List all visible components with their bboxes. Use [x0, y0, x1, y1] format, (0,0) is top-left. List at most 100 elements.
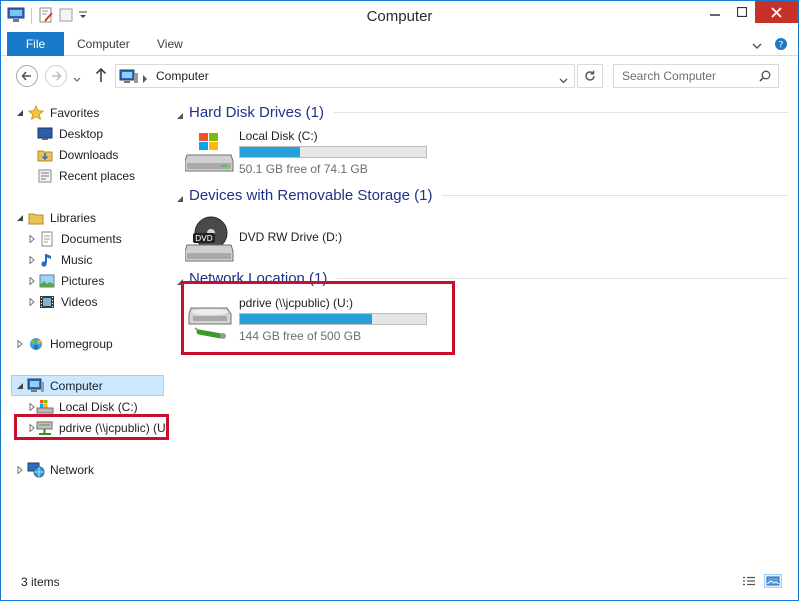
close-icon [771, 6, 782, 18]
refresh-button[interactable] [577, 64, 603, 88]
recent-places-icon [36, 168, 54, 184]
pictures-icon [38, 273, 56, 289]
nav-pdrive-highlight-box [14, 414, 169, 440]
nav-recent-places[interactable]: Recent places [36, 166, 135, 186]
details-view-icon[interactable] [740, 574, 758, 588]
nav-homegroup-label: Homegroup [50, 337, 113, 351]
up-arrow-icon[interactable] [95, 67, 107, 86]
breadcrumb-computer[interactable]: Computer [156, 69, 209, 83]
status-bar: 3 items [1, 569, 798, 600]
videos-film-icon [38, 294, 56, 310]
nav-videos-label: Videos [61, 295, 98, 309]
homegroup-icon [27, 336, 45, 352]
drive-free-space: 50.1 GB free of 74.1 GB [239, 162, 368, 176]
group-hard-disk-drives[interactable]: Hard Disk Drives (1) [177, 101, 789, 123]
close-button[interactable] [755, 1, 798, 23]
minimize-icon [710, 14, 720, 16]
expand-arrow-icon[interactable] [15, 339, 25, 349]
search-input[interactable]: Search Computer [613, 64, 779, 88]
dvd-drive-icon: DVD [184, 215, 235, 265]
collapse-arrow-icon[interactable] [15, 381, 25, 391]
breadcrumb-chevron-icon [142, 72, 148, 86]
nav-favorites[interactable]: Favorites [15, 103, 99, 123]
nav-downloads[interactable]: Downloads [36, 145, 118, 165]
expand-ribbon-chevron-icon[interactable] [752, 39, 762, 53]
downloads-folder-icon [36, 147, 54, 163]
star-icon [27, 105, 45, 121]
computer-icon [119, 69, 139, 88]
drive-name: Local Disk (C:) [239, 129, 318, 143]
nav-libraries-label: Libraries [50, 211, 97, 225]
nav-music-label: Music [61, 253, 93, 267]
search-icon[interactable] [759, 70, 771, 85]
group-divider [334, 111, 789, 113]
drive-dvd[interactable]: DVD DVD RW Drive (D:) [184, 213, 445, 269]
expand-arrow-icon[interactable] [15, 465, 25, 475]
nav-documents-label: Documents [61, 232, 122, 246]
group-collapse-icon[interactable] [176, 192, 184, 206]
tab-view[interactable]: View [157, 32, 183, 56]
group-removable-storage[interactable]: Devices with Removable Storage (1) [177, 184, 789, 206]
nav-downloads-label: Downloads [59, 148, 119, 162]
group-title: Hard Disk Drives (1) [189, 103, 325, 121]
nav-documents[interactable]: Documents [27, 229, 122, 249]
documents-icon [38, 231, 56, 247]
navigation-pane: Favorites Desktop Downloads Recent place… [1, 93, 167, 569]
expand-arrow-icon[interactable] [27, 276, 37, 286]
help-icon[interactable]: ? [774, 37, 788, 54]
nav-desktop[interactable]: Desktop [36, 124, 103, 144]
drive-usage-fill [240, 147, 301, 157]
nav-videos[interactable]: Videos [27, 292, 97, 312]
search-placeholder: Search Computer [622, 69, 717, 83]
forward-arrow-icon [52, 71, 62, 81]
expand-arrow-icon[interactable] [27, 255, 37, 265]
computer-icon [27, 378, 45, 394]
address-bar[interactable]: Computer [115, 64, 575, 88]
address-dropdown-icon[interactable] [559, 73, 568, 87]
forward-button[interactable] [45, 65, 67, 87]
nav-computer[interactable]: Computer [15, 376, 103, 396]
group-divider [337, 277, 789, 279]
back-arrow-icon [21, 71, 31, 81]
nav-recent-places-label: Recent places [59, 169, 136, 183]
nav-network[interactable]: Network [15, 460, 94, 480]
nav-libraries[interactable]: Libraries [15, 208, 96, 228]
expand-arrow-icon[interactable] [27, 297, 37, 307]
local-disk-icon [36, 399, 54, 415]
group-title: Devices with Removable Storage (1) [189, 186, 433, 204]
nav-desktop-label: Desktop [59, 127, 104, 141]
group-collapse-icon[interactable] [176, 109, 184, 123]
refresh-icon [585, 70, 595, 81]
tab-computer[interactable]: Computer [77, 32, 130, 56]
local-disk-drive-icon [184, 131, 235, 181]
desktop-icon [36, 126, 54, 142]
minimize-button[interactable] [701, 1, 729, 23]
nav-music[interactable]: Music [27, 250, 92, 270]
back-button[interactable] [16, 65, 38, 87]
svg-text:?: ? [779, 41, 784, 51]
collapse-arrow-icon[interactable] [15, 108, 25, 118]
item-count: 3 items [21, 575, 60, 589]
dvd-badge: DVD [195, 234, 213, 243]
drive-usage-bar [239, 146, 427, 158]
ribbon-tabs: File Computer View ? [1, 32, 798, 56]
address-row: Computer Search Computer [1, 57, 798, 93]
nav-computer-label: Computer [50, 379, 103, 393]
music-note-icon [38, 252, 56, 268]
nav-homegroup[interactable]: Homegroup [15, 334, 113, 354]
nav-network-label: Network [50, 463, 95, 477]
tab-file[interactable]: File [7, 32, 64, 56]
recent-locations-icon[interactable] [73, 72, 81, 86]
window-title: Computer [366, 8, 433, 25]
expand-arrow-icon[interactable] [27, 234, 37, 244]
nav-favorites-label: Favorites [50, 106, 100, 120]
collapse-arrow-icon[interactable] [15, 213, 25, 223]
maximize-button[interactable] [729, 1, 755, 23]
expand-arrow-icon[interactable] [27, 402, 37, 412]
group-divider [442, 194, 789, 196]
nav-local-disk-label: Local Disk (C:) [59, 400, 138, 414]
nav-pictures[interactable]: Pictures [27, 271, 104, 291]
tiles-view-icon[interactable] [764, 574, 782, 588]
drive-local-disk[interactable]: Local Disk (C:) 50.1 GB free of 74.1 GB [184, 129, 445, 185]
explorer-window: Computer File Computer View ? Computer S… [0, 0, 799, 601]
